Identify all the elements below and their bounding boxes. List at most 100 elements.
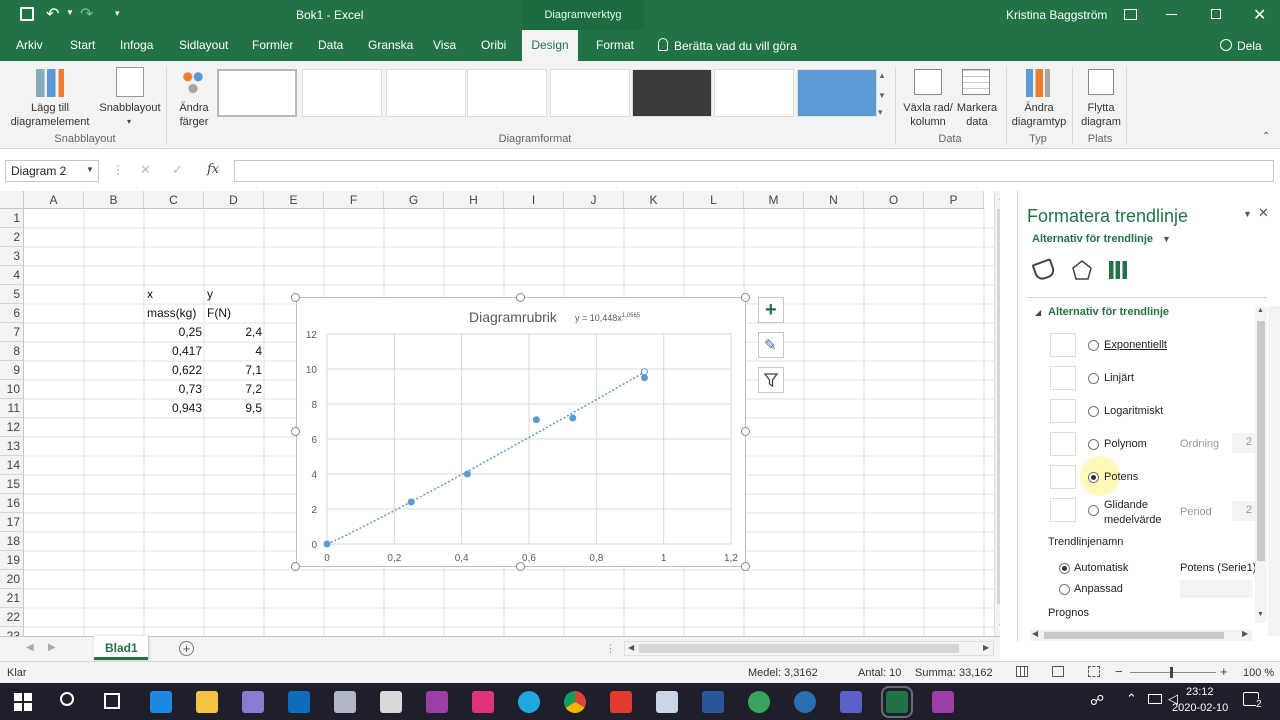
column-header-f[interactable]: F <box>324 191 384 209</box>
tab-start[interactable]: Start <box>68 30 97 61</box>
add-chart-element-button[interactable]: Lägg till diagramelement <box>2 101 98 129</box>
task-view-icon[interactable] <box>104 693 120 709</box>
normal-view-icon[interactable] <box>1016 666 1028 677</box>
pane-options-dropdown-icon[interactable]: ▼ <box>1243 209 1252 219</box>
cell-d8[interactable]: 4 <box>204 342 262 361</box>
radio-power[interactable] <box>1088 472 1099 483</box>
scroll-down-icon[interactable]: ▼ <box>998 623 1000 630</box>
option-exponential[interactable]: Exponentiellt <box>1104 339 1167 351</box>
resize-handle[interactable] <box>291 562 300 571</box>
pane-scroll-thumb[interactable] <box>1257 321 1265 561</box>
cell-c11[interactable]: 0,943 <box>144 399 202 418</box>
column-header-d[interactable]: D <box>204 191 264 209</box>
hscroll-thumb[interactable] <box>639 644 959 653</box>
zoom-level[interactable]: 100 % <box>1243 667 1274 679</box>
row-header-11[interactable]: 11 <box>0 399 24 418</box>
row-header-2[interactable]: 2 <box>0 228 24 247</box>
chart-style-2[interactable] <box>302 69 382 117</box>
status-sum[interactable]: Summa: 33,162 <box>915 667 993 679</box>
move-chart-button[interactable]: Flytta diagram <box>1076 101 1126 129</box>
confirm-entry-icon[interactable]: ✓ <box>172 162 183 178</box>
cell-d6[interactable]: F(N) <box>207 304 231 323</box>
zoom-slider[interactable] <box>1130 667 1216 678</box>
row-header-7[interactable]: 7 <box>0 323 24 342</box>
column-header-g[interactable]: G <box>384 191 444 209</box>
row-header-23[interactable]: 23 <box>0 627 24 636</box>
new-sheet-icon[interactable]: + <box>179 641 194 656</box>
radio-moving-average[interactable] <box>1088 505 1099 516</box>
app-icon[interactable] <box>334 691 356 713</box>
trendline[interactable] <box>326 371 645 545</box>
styles-more-icon[interactable]: ▾ <box>878 107 883 118</box>
row-header-16[interactable]: 16 <box>0 494 24 513</box>
network-icon[interactable] <box>1148 694 1162 704</box>
cell-c9[interactable]: 0,622 <box>144 361 202 380</box>
tell-me-search[interactable]: Berätta vad du vill göra <box>674 39 797 53</box>
window-right-scrollbar[interactable] <box>1268 306 1280 636</box>
chart-style-8[interactable] <box>797 69 877 117</box>
chart-filters-button[interactable] <box>758 367 784 393</box>
section-collapse-icon[interactable]: ◢ <box>1035 308 1041 317</box>
name-box[interactable]: Diagram 2 <box>5 160 99 182</box>
quick-layout-dropdown-icon[interactable]: ▾ <box>127 117 131 126</box>
minimize-icon[interactable] <box>1166 14 1177 15</box>
column-header-e[interactable]: E <box>264 191 324 209</box>
row-header-15[interactable]: 15 <box>0 475 24 494</box>
chart-styles-button[interactable]: ✎ <box>758 332 784 358</box>
edge-icon[interactable] <box>150 691 172 713</box>
user-name[interactable]: Kristina Baggström <box>1006 8 1107 22</box>
data-point[interactable] <box>463 470 471 478</box>
row-header-3[interactable]: 3 <box>0 247 24 266</box>
ribbon-display-options-icon[interactable] <box>1124 9 1137 20</box>
option-custom[interactable]: Anpassad <box>1074 583 1123 595</box>
hscroll-left-icon[interactable]: ◀ <box>628 643 634 652</box>
row-header-6[interactable]: 6 <box>0 304 24 323</box>
tab-sidlayout[interactable]: Sidlayout <box>177 30 230 61</box>
outlook-icon[interactable] <box>288 691 310 713</box>
styles-scroll-down-icon[interactable]: ▼ <box>878 91 886 100</box>
zoom-in-icon[interactable]: + <box>1220 664 1228 679</box>
period-spinner[interactable]: 2 <box>1232 501 1256 521</box>
tab-design[interactable]: Design <box>522 30 578 61</box>
tab-data[interactable]: Data <box>316 30 345 61</box>
column-header-b[interactable]: B <box>84 191 144 209</box>
column-header-p[interactable]: P <box>924 191 984 209</box>
tab-granska[interactable]: Granska <box>366 30 415 61</box>
row-header-22[interactable]: 22 <box>0 608 24 627</box>
app-icon[interactable] <box>380 691 402 713</box>
chart-style-4[interactable] <box>467 69 547 117</box>
plot-area[interactable]: 0 2 4 6 8 10 12 0 0,2 0,4 0,6 0,8 1 1,2 <box>297 298 747 568</box>
pane-scroll-up-icon[interactable]: ▲ <box>1257 307 1264 314</box>
cell-c6[interactable]: mass(kg) <box>147 304 196 323</box>
undo-icon[interactable]: ↶ <box>46 4 59 24</box>
column-header-o[interactable]: O <box>864 191 924 209</box>
cell-d5[interactable]: y <box>207 285 213 304</box>
zoom-out-icon[interactable]: − <box>1115 664 1123 679</box>
cell-d11[interactable]: 9,5 <box>204 399 262 418</box>
column-header-l[interactable]: L <box>684 191 744 209</box>
effects-icon[interactable] <box>1071 259 1093 281</box>
data-point[interactable] <box>640 374 648 382</box>
row-header-9[interactable]: 9 <box>0 361 24 380</box>
radio-logarithmic[interactable] <box>1088 406 1099 417</box>
customize-toolbar-icon[interactable]: ▾ <box>115 8 120 19</box>
app-icon[interactable] <box>748 691 770 713</box>
zoom-slider-thumb[interactable] <box>1170 667 1173 678</box>
formula-input[interactable] <box>234 160 1274 182</box>
change-colors-button[interactable]: Ändra färger <box>168 101 220 129</box>
pane-scroll-right-icon[interactable]: ▶ <box>1242 629 1248 638</box>
cell-d10[interactable]: 7,2 <box>204 380 262 399</box>
data-point[interactable] <box>532 416 540 424</box>
column-header-k[interactable]: K <box>624 191 684 209</box>
status-average[interactable]: Medel: 3,3162 <box>748 667 818 679</box>
cell-c5[interactable]: x <box>147 285 153 304</box>
file-explorer-icon[interactable] <box>196 691 218 713</box>
row-header-4[interactable]: 4 <box>0 266 24 285</box>
column-header-n[interactable]: N <box>804 191 864 209</box>
app-icon[interactable] <box>242 691 264 713</box>
resize-handle[interactable] <box>291 427 300 436</box>
option-logarithmic[interactable]: Logaritmiskt <box>1104 405 1163 417</box>
tab-infoga[interactable]: Infoga <box>118 30 155 61</box>
sheet-scroll-right-icon[interactable]: ▶ <box>48 642 56 653</box>
data-point[interactable] <box>640 368 648 376</box>
